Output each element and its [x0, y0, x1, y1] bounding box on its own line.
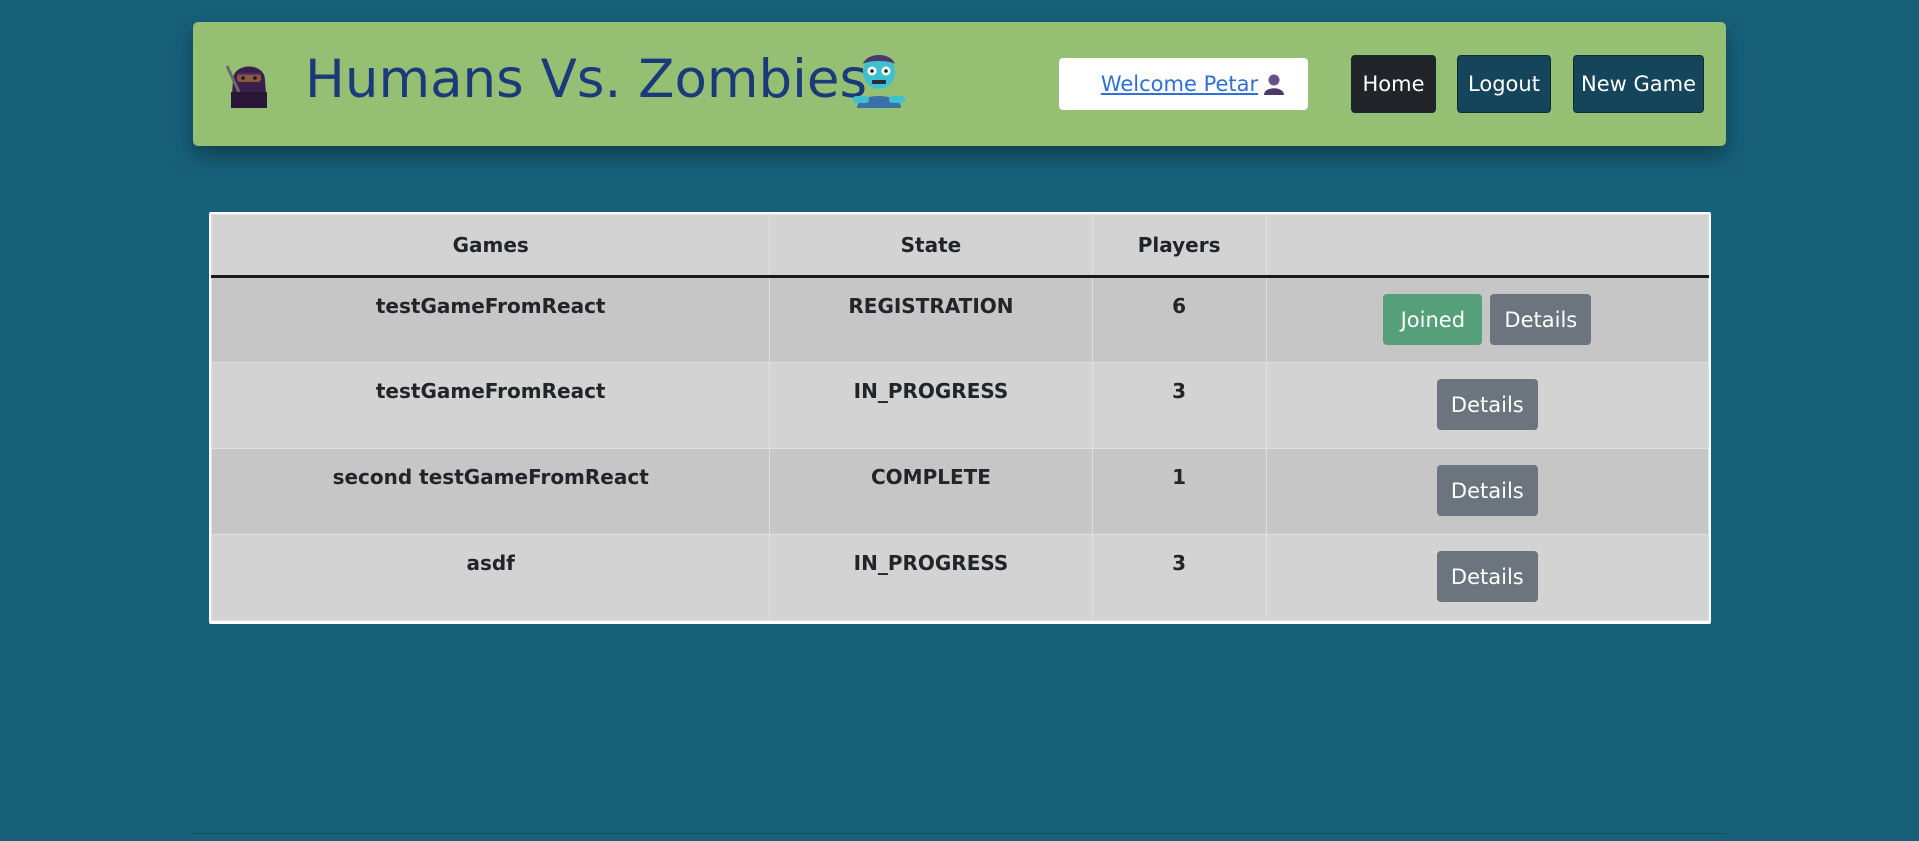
row-actions: Details [1265, 448, 1710, 535]
table-row: testGameFromReact IN_PROGRESS 3 Details [210, 362, 1710, 449]
table-header-row: Games State Players [210, 214, 1710, 278]
header-players: Players [1091, 214, 1267, 278]
game-name: second testGameFromReact [210, 448, 771, 535]
game-players: 3 [1091, 534, 1267, 621]
page-title: Humans Vs. Zombies [305, 49, 868, 110]
details-button[interactable]: Details [1490, 294, 1592, 345]
games-table-container: Games State Players testGameFromReact RE… [209, 212, 1711, 624]
row-actions: Joined Details [1265, 276, 1710, 363]
zombie-emoji-icon [853, 55, 905, 108]
logout-button[interactable]: Logout [1457, 55, 1551, 113]
joined-button[interactable]: Joined [1383, 294, 1483, 345]
game-players: 1 [1091, 448, 1267, 535]
game-state: IN_PROGRESS [769, 362, 1093, 449]
game-name: testGameFromReact [210, 362, 771, 449]
table-row: testGameFromReact REGISTRATION 6 Joined D… [210, 276, 1710, 363]
game-name: testGameFromReact [210, 276, 771, 363]
row-actions: Details [1265, 362, 1710, 449]
game-players: 3 [1091, 362, 1267, 449]
game-players: 6 [1091, 276, 1267, 363]
table-row: second testGameFromReact COMPLETE 1 Deta… [210, 448, 1710, 535]
user-silhouette-icon [1264, 74, 1285, 95]
footer-divider [193, 833, 1726, 834]
header-games: Games [210, 214, 771, 278]
welcome-box: Welcome Petar [1059, 58, 1308, 110]
app-header: Humans Vs. Zombies Welcome Petar Home Lo… [193, 22, 1726, 146]
header-state: State [769, 214, 1093, 278]
row-actions: Details [1265, 534, 1710, 621]
game-state: COMPLETE [769, 448, 1093, 535]
ninja-emoji-icon [225, 65, 267, 108]
details-button[interactable]: Details [1436, 465, 1538, 516]
details-button[interactable]: Details [1436, 379, 1538, 430]
welcome-text: Welcome Petar [1100, 72, 1259, 96]
details-button[interactable]: Details [1436, 551, 1538, 602]
game-state: IN_PROGRESS [769, 534, 1093, 621]
new-game-button[interactable]: New Game [1573, 55, 1704, 113]
game-name: asdf [210, 534, 771, 621]
games-table: Games State Players testGameFromReact RE… [210, 214, 1710, 621]
header-actions [1265, 214, 1710, 278]
table-row: asdf IN_PROGRESS 3 Details [210, 534, 1710, 621]
welcome-link[interactable]: Welcome Petar [1081, 72, 1286, 96]
home-button[interactable]: Home [1351, 55, 1436, 113]
game-state: REGISTRATION [769, 276, 1093, 363]
